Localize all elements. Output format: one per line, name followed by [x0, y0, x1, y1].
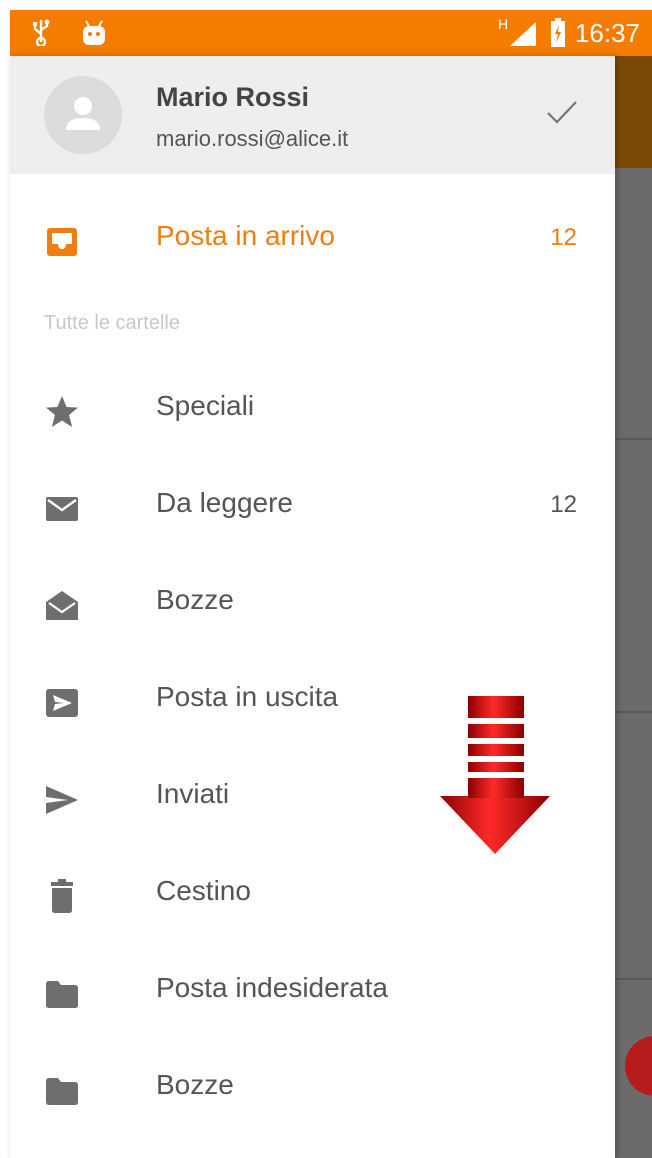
clock: 16:37: [574, 18, 640, 48]
drawer-item-label: Posta in uscita: [156, 681, 339, 712]
star-icon: [44, 394, 80, 430]
folder-icon: [44, 976, 80, 1012]
scroll-down-arrow-icon: [438, 696, 552, 861]
drawer-item-label: Cestino: [156, 875, 251, 906]
drawer-item-label: Posta in arrivo: [156, 220, 335, 251]
drawer-item-trash[interactable]: Cestino: [10, 853, 615, 939]
drawer-item-drafts[interactable]: Bozze: [10, 562, 615, 648]
folder-icon: [44, 1073, 80, 1109]
background-divider: [615, 438, 652, 440]
drawer-item-label: Speciali: [156, 390, 255, 421]
background-divider: [615, 978, 652, 980]
android-icon: [80, 20, 108, 51]
drawer-item-label: Bozze: [156, 1069, 234, 1100]
mail-open-icon: [44, 588, 80, 624]
trash-icon: [44, 879, 80, 915]
status-bar: H 16:37: [10, 10, 652, 56]
network-type-label: H: [498, 16, 509, 32]
section-header-all-folders: Tutte le cartelle: [44, 312, 180, 334]
background-divider: [615, 711, 652, 713]
background-app: [615, 56, 652, 1158]
background-compose-button: [625, 1036, 652, 1096]
send-icon: [44, 782, 80, 818]
drawer-item-label: Posta indesiderata: [156, 972, 388, 1003]
navigation-drawer: Mario Rossi mario.rossi@alice.it Posta i…: [10, 56, 615, 1158]
drawer-item-spam[interactable]: Posta indesiderata: [10, 950, 615, 1036]
drawer-item-inbox[interactable]: Posta in arrivo 12: [10, 198, 615, 284]
drawer-item-starred[interactable]: Speciali: [10, 368, 615, 454]
avatar: [44, 76, 122, 154]
person-icon: [66, 97, 100, 130]
drawer-item-unread[interactable]: Da leggere 12: [10, 465, 615, 551]
signal-icon: [508, 20, 538, 53]
unread-count: 12: [550, 224, 577, 251]
drawer-item-drafts-folder[interactable]: Bozze: [10, 1047, 615, 1133]
account-email: mario.rossi@alice.it: [156, 126, 349, 151]
unread-count: 12: [550, 491, 577, 518]
inbox-icon: [44, 224, 80, 260]
background-app-bar: [615, 56, 652, 168]
mail-closed-icon: [44, 491, 80, 527]
account-name: Mario Rossi: [156, 82, 310, 112]
drawer-item-label: Da leggere: [156, 487, 293, 518]
account-header[interactable]: Mario Rossi mario.rossi@alice.it: [10, 56, 615, 174]
outbox-icon: [44, 685, 80, 721]
drawer-item-label: Inviati: [156, 778, 230, 809]
check-icon: [545, 98, 579, 131]
battery-icon: [550, 18, 566, 53]
usb-icon: [30, 18, 52, 51]
drawer-item-label: Bozze: [156, 584, 234, 615]
